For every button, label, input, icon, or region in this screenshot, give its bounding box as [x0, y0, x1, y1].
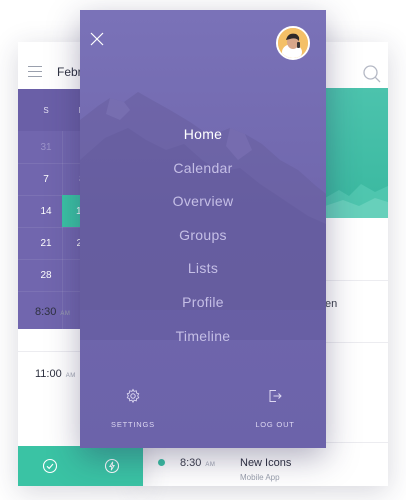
gear-icon	[126, 388, 140, 404]
calendar-day[interactable]: 14	[28, 195, 64, 227]
search-icon[interactable]	[362, 64, 382, 84]
calendar-day[interactable]: 28	[28, 259, 64, 291]
event-time: 8:30 AM	[180, 457, 216, 469]
close-icon[interactable]	[88, 30, 106, 48]
user-avatar[interactable]	[276, 26, 310, 60]
logout-icon	[269, 390, 282, 402]
hamburger-menu-icon[interactable]	[28, 66, 42, 78]
logout-label: LOG OUT	[255, 420, 295, 429]
month-title: Febr	[57, 65, 82, 79]
settings-label: SETTINGS	[111, 420, 155, 429]
timeline-event-row[interactable]: 8:30 AM New Icons Mobile App	[140, 442, 388, 486]
menu-item-overview[interactable]: Overview	[80, 185, 326, 219]
row-divider	[325, 280, 388, 281]
event-time: 11:00 AM	[35, 368, 76, 380]
menu-item-lists[interactable]: Lists	[80, 252, 326, 286]
row-divider	[325, 342, 388, 343]
navigation-drawer: Home Calendar Overview Groups Lists Prof…	[80, 10, 326, 448]
partial-event-title: en	[325, 298, 338, 310]
menu-item-timeline[interactable]: Timeline	[80, 320, 326, 354]
event-time: 8:30 AM	[35, 306, 71, 318]
settings-button[interactable]: SETTINGS	[98, 388, 168, 432]
logout-button[interactable]: LOG OUT	[240, 388, 310, 432]
menu-item-home[interactable]: Home	[80, 118, 326, 152]
event-subtitle: Mobile App	[240, 473, 280, 482]
check-circle-icon[interactable]	[42, 458, 58, 474]
lightning-circle-icon[interactable]	[104, 458, 120, 474]
menu-item-calendar[interactable]: Calendar	[80, 152, 326, 186]
calendar-day[interactable]: 21	[28, 227, 64, 259]
weekday-label: S	[43, 105, 49, 115]
menu-item-groups[interactable]: Groups	[80, 219, 326, 253]
event-dot	[158, 459, 165, 466]
calendar-day[interactable]: 7	[28, 163, 64, 195]
bottom-action-bar	[18, 446, 143, 486]
calendar-day[interactable]: 31	[28, 131, 64, 163]
header-image	[325, 88, 388, 218]
menu-item-profile[interactable]: Profile	[80, 286, 326, 320]
event-title: New Icons	[240, 457, 292, 469]
drawer-menu: Home Calendar Overview Groups Lists Prof…	[80, 118, 326, 353]
